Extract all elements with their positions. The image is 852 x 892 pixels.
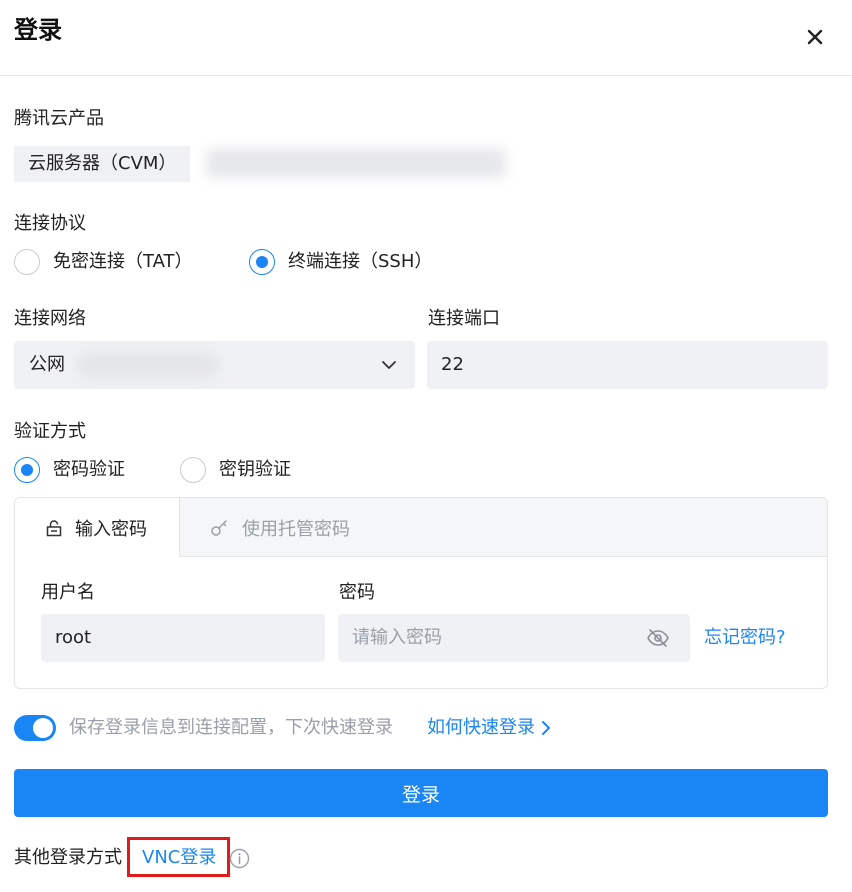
tab-managed-password[interactable]: 使用托管密码 (210, 498, 350, 557)
port-input[interactable]: 22 (427, 341, 828, 389)
dialog-title: 登录 (14, 16, 62, 44)
protocol-label: 连接协议 (14, 213, 86, 234)
radio-key-auth-circle[interactable] (180, 457, 206, 483)
redacted-instance-name (206, 148, 506, 178)
port-label: 连接端口 (428, 308, 500, 329)
save-login-toggle[interactable] (14, 715, 56, 741)
product-label: 腾讯云产品 (14, 108, 104, 129)
radio-tat[interactable]: 免密连接（TAT） (14, 249, 193, 275)
vnc-login-link[interactable]: VNC登录 (142, 845, 216, 871)
chevron-down-icon (382, 361, 396, 369)
radio-tat-circle[interactable] (14, 249, 40, 275)
close-button[interactable] (802, 24, 828, 50)
username-input-value: root (55, 627, 92, 648)
port-input-value: 22 (441, 354, 464, 375)
tab-input-password[interactable]: 输入密码 (15, 498, 180, 557)
key-icon (211, 519, 227, 536)
credentials-tabbar: 输入密码 使用托管密码 (15, 498, 827, 557)
radio-password-auth-label: 密码验证 (53, 459, 125, 480)
password-label: 密码 (339, 582, 375, 603)
network-select-value: 公网 (29, 354, 65, 375)
dialog-header: 登录 (0, 0, 852, 76)
eye-off-icon[interactable] (646, 628, 670, 648)
radio-ssh-label: 终端连接（SSH） (288, 251, 433, 272)
password-input-placeholder: 请输入密码 (352, 627, 442, 648)
close-icon (807, 29, 823, 45)
quick-login-help-link[interactable]: 如何快速登录 (427, 715, 551, 741)
network-label: 连接网络 (14, 308, 86, 329)
save-login-text: 保存登录信息到连接配置，下次快速登录 (69, 717, 393, 738)
info-icon[interactable] (229, 848, 250, 869)
chevron-right-icon (542, 721, 550, 735)
radio-tat-label: 免密连接（TAT） (53, 251, 193, 272)
other-methods-label: 其他登录方式 (14, 847, 122, 868)
radio-password-auth[interactable]: 密码验证 (14, 457, 125, 483)
radio-key-auth[interactable]: 密钥验证 (180, 457, 291, 483)
quick-login-help-label: 如何快速登录 (427, 717, 535, 738)
tab-managed-password-label: 使用托管密码 (242, 518, 350, 540)
forgot-password-link[interactable]: 忘记密码? (704, 625, 786, 651)
radio-ssh-circle[interactable] (249, 249, 275, 275)
password-input[interactable]: 请输入密码 (338, 614, 690, 662)
radio-ssh[interactable]: 终端连接（SSH） (249, 249, 432, 275)
radio-key-auth-label: 密钥验证 (219, 459, 291, 480)
redacted-network-detail (78, 353, 218, 377)
tab-input-password-label: 输入密码 (75, 518, 147, 540)
network-select[interactable]: 公网 (14, 341, 415, 389)
product-tag: 云服务器（CVM） (14, 146, 191, 182)
auth-label: 验证方式 (14, 421, 86, 442)
radio-password-auth-circle[interactable] (14, 457, 40, 483)
username-input[interactable]: root (41, 614, 325, 662)
lock-icon (46, 519, 62, 536)
username-label: 用户名 (41, 582, 95, 603)
login-button[interactable]: 登录 (14, 769, 828, 817)
